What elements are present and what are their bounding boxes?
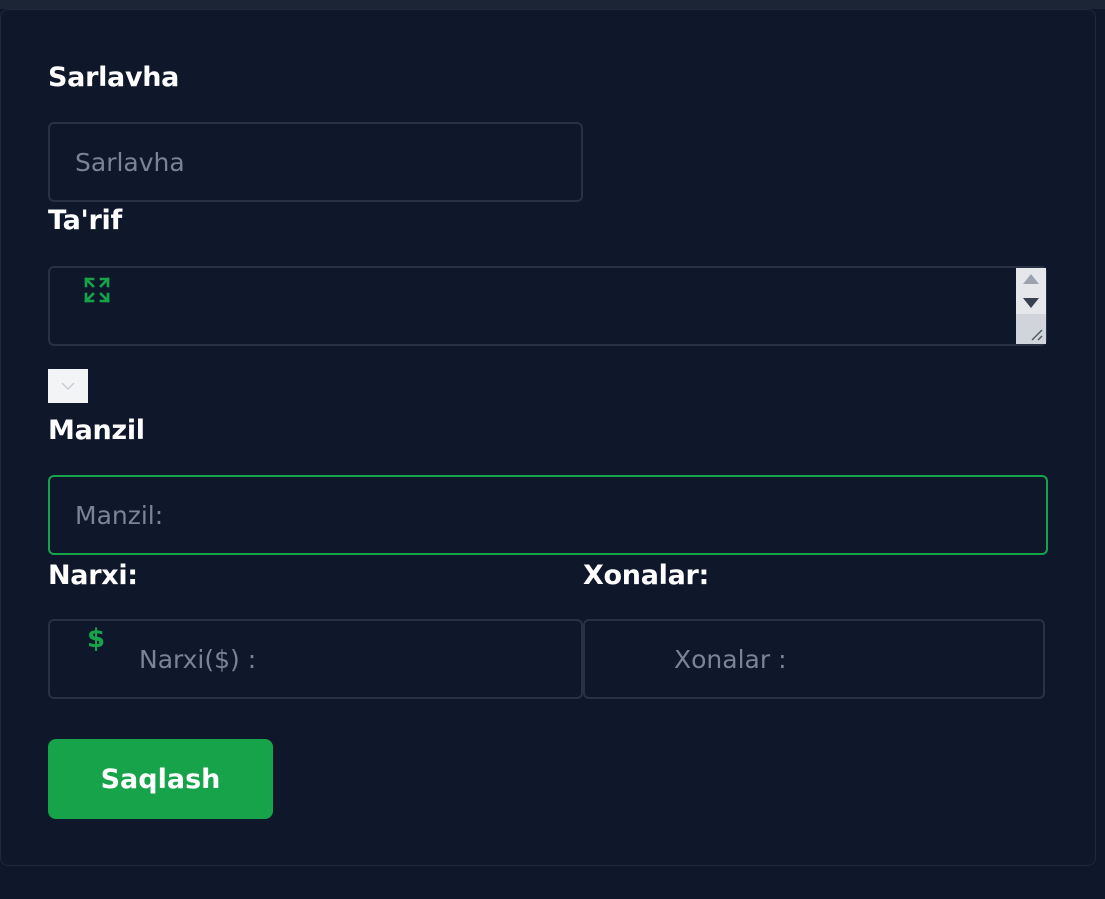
description-scrollbar[interactable] xyxy=(1016,268,1046,344)
rooms-input[interactable] xyxy=(583,619,1045,699)
address-label: Manzil xyxy=(48,415,145,446)
scroll-down-arrow-icon[interactable] xyxy=(1023,298,1039,308)
expand-icon[interactable] xyxy=(84,277,110,303)
price-input[interactable] xyxy=(48,619,583,699)
save-button[interactable]: Saqlash xyxy=(48,739,273,819)
scroll-up-arrow-icon[interactable] xyxy=(1023,274,1039,284)
resize-grip-icon[interactable] xyxy=(1016,314,1046,344)
description-label: Ta'rif xyxy=(48,205,122,236)
title-input[interactable] xyxy=(48,122,583,202)
top-strip xyxy=(0,0,1105,9)
chevron-down-icon xyxy=(61,382,75,390)
description-textarea[interactable] xyxy=(48,266,1047,346)
title-label: Sarlavha xyxy=(48,62,180,93)
address-input[interactable] xyxy=(48,475,1048,555)
rooms-label: Xonalar: xyxy=(583,560,709,591)
dollar-icon: $ xyxy=(87,624,106,654)
collapse-toggle-button[interactable] xyxy=(48,369,88,403)
price-label: Narxi: xyxy=(48,560,138,591)
